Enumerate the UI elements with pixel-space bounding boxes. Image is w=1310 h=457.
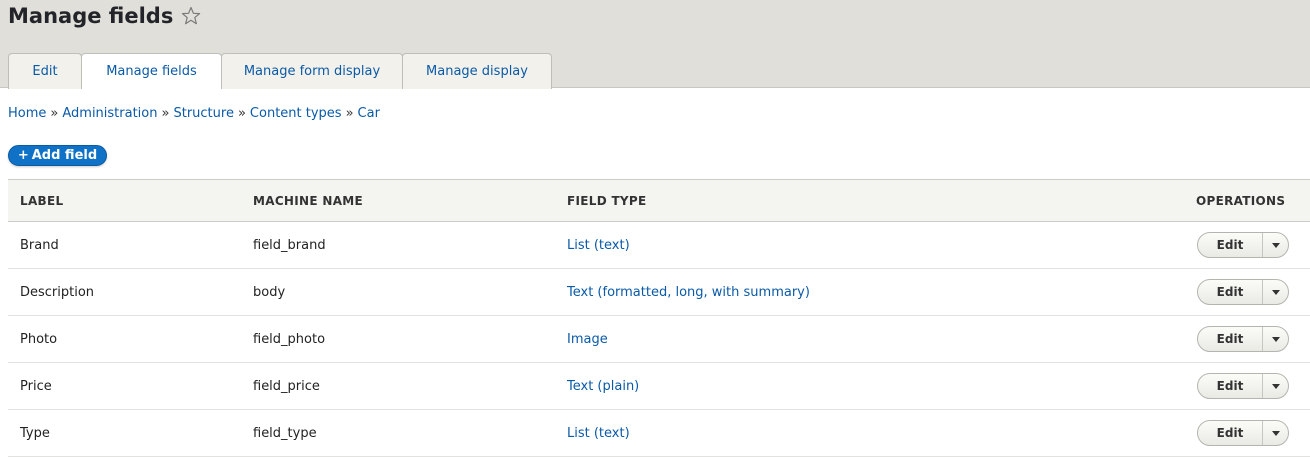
column-header-machine-name: MACHINE NAME xyxy=(253,179,567,222)
caret-down-icon[interactable] xyxy=(1263,233,1288,257)
breadcrumb-separator: » xyxy=(50,106,59,121)
breadcrumb-separator: » xyxy=(237,106,246,121)
field-label: Price xyxy=(8,362,253,410)
edit-button[interactable]: Edit xyxy=(1198,421,1263,445)
add-field-label: Add field xyxy=(31,148,98,163)
tab-edit[interactable]: Edit xyxy=(8,53,82,89)
field-machine-name: body xyxy=(253,268,567,316)
field-label: Description xyxy=(8,268,253,316)
fields-table: LABEL MACHINE NAME FIELD TYPE OPERATIONS… xyxy=(8,179,1310,457)
star-outline-icon[interactable] xyxy=(181,6,201,26)
tab-label: Edit xyxy=(32,64,58,79)
field-machine-name: field_price xyxy=(253,362,567,410)
operations-dropbutton: Edit xyxy=(1197,420,1289,446)
operations-dropbutton: Edit xyxy=(1197,326,1289,352)
field-type-link[interactable]: List (text) xyxy=(567,238,630,253)
field-label: Brand xyxy=(8,221,253,269)
table-row: Brand field_brand List (text) Edit xyxy=(8,221,1310,269)
field-label: Photo xyxy=(8,315,253,363)
plus-icon: + xyxy=(17,148,29,163)
column-header-field-type: FIELD TYPE xyxy=(567,179,1167,222)
edit-button[interactable]: Edit xyxy=(1198,374,1263,398)
caret-down-icon[interactable] xyxy=(1263,327,1288,351)
edit-button[interactable]: Edit xyxy=(1198,233,1263,257)
page-header: Manage fields Edit Manage fields Manage … xyxy=(0,0,1310,89)
operations-dropbutton: Edit xyxy=(1197,279,1289,305)
field-machine-name: field_type xyxy=(253,409,567,457)
tab-label: Manage fields xyxy=(106,64,197,79)
field-type-link[interactable]: Image xyxy=(567,332,608,347)
table-row: Description body Text (formatted, long, … xyxy=(8,268,1310,316)
breadcrumb-separator: » xyxy=(161,106,170,121)
page-title: Manage fields xyxy=(8,4,174,28)
column-header-label: LABEL xyxy=(8,179,253,222)
operations-dropbutton: Edit xyxy=(1197,373,1289,399)
operations-dropbutton: Edit xyxy=(1197,232,1289,258)
tab-label: Manage form display xyxy=(243,64,381,79)
breadcrumb-car[interactable]: Car xyxy=(358,106,380,121)
field-type-link[interactable]: List (text) xyxy=(567,426,630,441)
caret-down-icon[interactable] xyxy=(1263,421,1288,445)
edit-button[interactable]: Edit xyxy=(1198,327,1263,351)
primary-tabs: Edit Manage fields Manage form display M… xyxy=(8,53,552,89)
table-row: Type field_type List (text) Edit xyxy=(8,409,1310,457)
column-header-operations: OPERATIONS xyxy=(1167,179,1310,222)
edit-button[interactable]: Edit xyxy=(1198,280,1263,304)
caret-down-icon[interactable] xyxy=(1263,374,1288,398)
table-header-row: LABEL MACHINE NAME FIELD TYPE OPERATIONS xyxy=(8,179,1310,222)
table-row: Price field_price Text (plain) Edit xyxy=(8,362,1310,410)
add-field-button[interactable]: + Add field xyxy=(8,145,107,166)
breadcrumb-separator: » xyxy=(345,106,354,121)
breadcrumb-home[interactable]: Home xyxy=(8,106,46,121)
caret-down-icon[interactable] xyxy=(1263,280,1288,304)
breadcrumb-administration[interactable]: Administration xyxy=(62,106,157,121)
breadcrumb-content-types[interactable]: Content types xyxy=(250,106,342,121)
tab-label: Manage display xyxy=(426,64,528,79)
field-machine-name: field_photo xyxy=(253,315,567,363)
title-row: Manage fields xyxy=(8,4,201,28)
tab-manage-form-display[interactable]: Manage form display xyxy=(221,53,403,89)
tab-manage-display[interactable]: Manage display xyxy=(402,53,552,89)
tab-manage-fields[interactable]: Manage fields xyxy=(81,53,222,89)
breadcrumb: Home» Administration» Structure» Content ty… xyxy=(8,106,380,121)
field-type-link[interactable]: Text (plain) xyxy=(567,379,639,394)
breadcrumb-structure[interactable]: Structure xyxy=(173,106,233,121)
field-machine-name: field_brand xyxy=(253,221,567,269)
table-row: Photo field_photo Image Edit xyxy=(8,315,1310,363)
field-type-link[interactable]: Text (formatted, long, with summary) xyxy=(567,285,810,300)
field-label: Type xyxy=(8,409,253,457)
